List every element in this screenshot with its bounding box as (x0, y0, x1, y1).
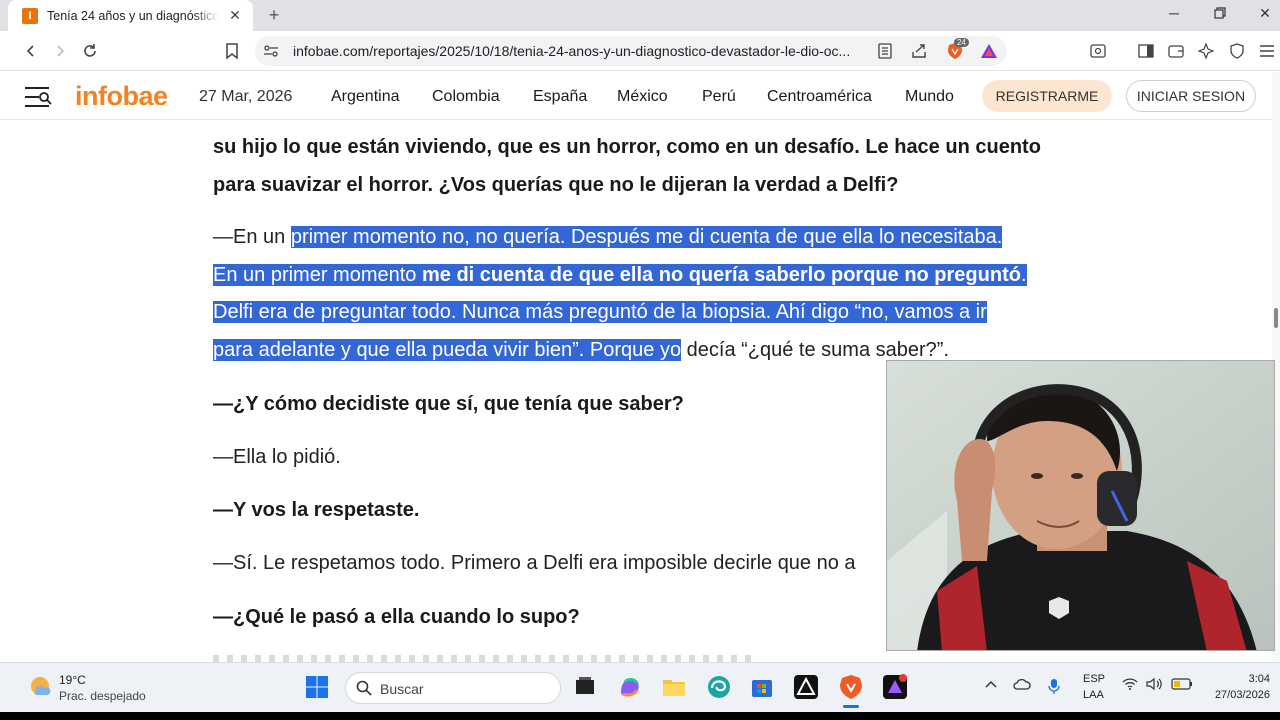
weather-description: Prac. despejado (59, 689, 146, 703)
taskbar-search-input[interactable]: Buscar (345, 672, 561, 704)
next-line-cropped (213, 655, 753, 662)
selected-text: En un primer momento (213, 263, 422, 286)
answer-text: —En un (213, 226, 291, 248)
task-view-icon[interactable] (572, 674, 598, 700)
infobae-favicon-icon: I (22, 7, 38, 24)
input-language-variant[interactable]: LAA (1083, 689, 1104, 701)
selected-text: para adelante y que ella pueda vivir bie… (213, 338, 682, 361)
answer-paragraph: —Sí. Le respetamos todo. Primero a Delfi… (213, 552, 856, 574)
reload-icon[interactable] (78, 39, 102, 63)
browser-toolbar: infobae.com/reportajes/2025/10/18/tenia-… (0, 31, 1280, 71)
windows-taskbar: 19°C Prac. despejado Buscar ESP LAA 3:04… (0, 662, 1280, 712)
search-placeholder: Buscar (380, 681, 424, 697)
input-language[interactable]: ESP (1083, 673, 1105, 685)
nav-peru[interactable]: Perú (702, 88, 736, 106)
nav-mundo[interactable]: Mundo (905, 88, 954, 106)
answer-line: Delfi era de preguntar todo. Nunca más p… (213, 294, 1073, 332)
vpn-icon[interactable] (1225, 39, 1249, 63)
question-line: para suavizar el horror. ¿Vos querías qu… (213, 173, 899, 196)
microsoft-store-icon[interactable] (749, 674, 775, 700)
bookmark-icon[interactable] (220, 39, 244, 63)
question-paragraph: su hijo lo que están viviendo, que es un… (213, 129, 1073, 204)
brave-browser-icon[interactable] (838, 674, 864, 700)
minimize-window-icon[interactable]: ─ (1151, 0, 1197, 26)
leo-ai-icon[interactable] (1194, 39, 1218, 63)
answer-line: En un primer momento me di cuenta de que… (213, 257, 1073, 295)
brave-rewards-icon[interactable] (977, 39, 1001, 63)
nav-mexico[interactable]: México (617, 88, 668, 106)
onedrive-cloud-icon[interactable] (1013, 678, 1031, 693)
browser-tab-active[interactable]: I Tenía 24 años y un diagnóstico devasta… (8, 0, 253, 31)
file-explorer-icon[interactable] (661, 674, 687, 700)
battery-icon[interactable] (1171, 678, 1193, 693)
windows-start-icon[interactable] (305, 675, 331, 701)
nav-centroamerica[interactable]: Centroamérica (767, 88, 872, 106)
site-header: infobae 27 Mar, 2026 Argentina Colombia … (0, 72, 1272, 120)
webcam-person-image (887, 361, 1274, 650)
selected-text: . (1020, 263, 1027, 286)
show-hidden-icons-chevron-icon[interactable] (984, 678, 998, 693)
app-triangle-icon[interactable] (793, 674, 819, 700)
clock-date[interactable]: 27/03/2026 (1205, 689, 1270, 701)
media-icon[interactable] (1086, 39, 1110, 63)
copilot-icon[interactable] (617, 674, 643, 700)
sidebar-toggle-icon[interactable] (1134, 39, 1158, 63)
restore-window-icon[interactable] (1197, 0, 1243, 26)
question-line: su hijo lo que están viviendo, que es un… (213, 136, 1041, 158)
browser-tab-strip: I Tenía 24 años y un diagnóstico devasta… (0, 0, 1280, 31)
weather-temperature: 19°C (59, 673, 86, 687)
webcam-overlay (886, 360, 1275, 651)
answer-paragraph: —En un primer momento no, no quería. Des… (213, 219, 1073, 369)
header-date: 27 Mar, 2026 (199, 88, 293, 105)
microphone-icon[interactable] (1048, 678, 1060, 697)
selected-bold-text: me di cuenta de que ella no quería saber… (421, 263, 1021, 286)
clock-time[interactable]: 3:04 (1242, 673, 1270, 685)
login-button[interactable]: INICIAR SESION (1126, 80, 1256, 112)
register-button[interactable]: REGISTRARME (982, 80, 1112, 112)
search-icon (356, 680, 372, 701)
weather-icon[interactable] (27, 673, 53, 699)
address-bar[interactable]: infobae.com/reportajes/2025/10/18/tenia-… (255, 36, 1007, 66)
new-tab-icon[interactable]: + (262, 3, 286, 27)
infobae-logo[interactable]: infobae (75, 81, 168, 112)
reader-mode-icon[interactable] (873, 39, 897, 63)
nav-espana[interactable]: España (533, 88, 587, 106)
share-icon[interactable] (907, 39, 931, 63)
forward-icon[interactable] (48, 39, 72, 63)
menu-icon[interactable] (1255, 39, 1279, 63)
tab-title: Tenía 24 años y un diagnóstico devastado… (47, 8, 219, 23)
nav-colombia[interactable]: Colombia (432, 88, 500, 106)
close-window-icon[interactable]: ✕ (1242, 0, 1280, 26)
screen-bottom-edge (0, 712, 1280, 720)
wallet-icon[interactable] (1164, 39, 1188, 63)
site-settings-icon[interactable] (259, 39, 283, 63)
selected-text: Delfi era de preguntar todo. Nunca más p… (213, 301, 987, 323)
wifi-icon[interactable] (1122, 678, 1138, 693)
url-text: infobae.com/reportajes/2025/10/18/tenia-… (293, 43, 851, 59)
shields-count-badge: 24 (954, 38, 969, 47)
volume-icon[interactable] (1146, 677, 1162, 693)
edge-icon[interactable] (706, 674, 732, 700)
scrollbar-thumb[interactable] (1274, 308, 1278, 328)
answer-text: decía “¿qué te suma saber?”. (681, 338, 950, 361)
close-tab-icon[interactable]: ✕ (225, 5, 245, 25)
site-menu-icon[interactable] (24, 86, 52, 108)
answer-line: —En un primer momento no, no quería. Des… (213, 219, 1073, 257)
back-icon[interactable] (19, 39, 43, 63)
app-notification-icon[interactable] (882, 674, 908, 700)
active-app-indicator (843, 705, 859, 708)
selected-text: primer momento no, no quería. Después me… (290, 226, 1003, 248)
nav-argentina[interactable]: Argentina (331, 88, 400, 106)
